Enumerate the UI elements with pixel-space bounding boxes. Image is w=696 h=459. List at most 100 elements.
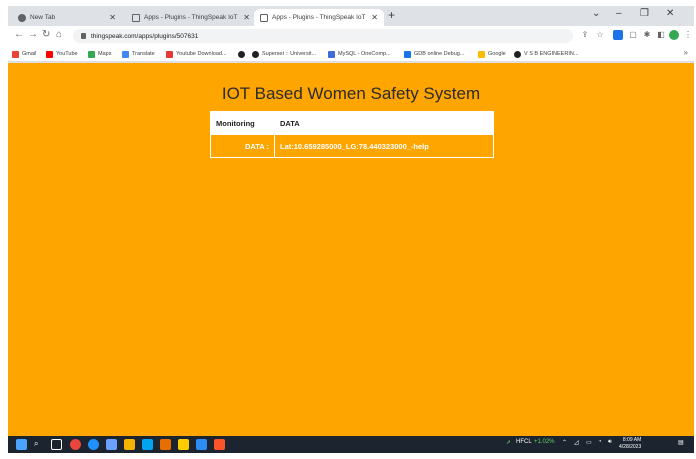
translate-icon: [122, 50, 129, 58]
new-tab-plus-icon[interactable]: +: [388, 8, 395, 22]
chrome-icon: [18, 13, 26, 22]
tab-thingspeak-2[interactable]: Apps - Plugins - ThingSpeak IoT ✕: [254, 9, 384, 26]
stock-trend-icon: ➚: [506, 440, 512, 446]
wifi-icon[interactable]: ◔: [598, 439, 602, 445]
youtube-icon: [46, 50, 53, 58]
bookmark-translate[interactable]: Translate: [122, 49, 155, 59]
lock-icon: [81, 33, 86, 39]
tab-label: Apps - Plugins - ThingSpeak IoT: [272, 14, 366, 21]
header-monitoring: Monitoring: [210, 111, 275, 135]
restore-icon[interactable]: ❐: [640, 8, 649, 19]
gdb-icon: [404, 50, 411, 58]
stock-name[interactable]: HFCL: [516, 439, 532, 445]
maps-pin-icon: [88, 50, 95, 58]
bookmark-label: Google: [488, 51, 506, 57]
search-icon[interactable]: ⌕: [34, 439, 45, 450]
extension-icon[interactable]: [613, 30, 623, 40]
bookmark-label: YouTube: [56, 51, 78, 57]
bookmark-label: Gmail: [22, 51, 37, 57]
data-key-cell: DATA :: [210, 134, 275, 158]
globe-icon: [238, 50, 245, 58]
table-row: DATA : Lat:10.659285000_LG:78.440323000_…: [210, 134, 494, 158]
bookmark-google[interactable]: Google: [478, 49, 506, 59]
data-table: Monitoring DATA DATA : Lat:10.659285000_…: [210, 111, 494, 158]
close-icon[interactable]: ✕: [109, 13, 116, 22]
bookmarks-overflow-icon[interactable]: »: [684, 48, 688, 57]
notification-icon[interactable]: ▤: [678, 439, 684, 446]
sidepanel-icon[interactable]: ◧: [656, 30, 666, 40]
bookmark-gdb[interactable]: GDB online Debug...: [404, 49, 464, 59]
bookmark-label: Translate: [132, 51, 155, 57]
bookmark-label: GDB online Debug...: [414, 51, 465, 57]
bookmark-mysql[interactable]: MySQL - OneComp...: [328, 49, 391, 59]
home-icon[interactable]: ⌂: [56, 29, 62, 40]
mail-icon[interactable]: [106, 439, 117, 450]
store-icon[interactable]: [142, 439, 153, 450]
download-icon: [166, 50, 173, 58]
table-header-row: Monitoring DATA: [210, 111, 494, 135]
back-arrow-icon[interactable]: ←: [14, 29, 24, 40]
clock-date: 4/28/2023: [619, 444, 642, 450]
windows-start-icon[interactable]: [16, 439, 27, 450]
profile-avatar-icon[interactable]: [669, 30, 679, 40]
minimize-icon[interactable]: –: [616, 8, 622, 19]
header-data: DATA: [274, 111, 494, 135]
close-icon[interactable]: ✕: [243, 13, 250, 22]
tab-label: New Tab: [30, 14, 56, 21]
extension-icon[interactable]: ▢: [628, 30, 638, 40]
browser-window: New Tab ✕ Apps - Plugins - ThingSpeak Io…: [8, 6, 694, 453]
google-drive-icon: [478, 50, 485, 58]
tray-chevron-icon[interactable]: ⌃: [562, 439, 567, 446]
network-icon[interactable]: ◿: [574, 439, 579, 446]
tab-thingspeak-1[interactable]: Apps - Plugins - ThingSpeak IoT ✕: [126, 9, 256, 26]
url-text: thingspeak.com/apps/plugins/507631: [91, 32, 199, 40]
gmail-icon: [12, 50, 19, 58]
bookmark-maps[interactable]: Maps: [88, 49, 111, 59]
page-icon: [132, 13, 140, 22]
vscode-icon[interactable]: [196, 439, 207, 450]
page-icon: [260, 13, 268, 22]
java-icon[interactable]: [160, 439, 171, 450]
bookmark-vsb[interactable]: V S B ENGINEERIN...: [514, 49, 578, 59]
share-icon[interactable]: ⇪: [580, 30, 590, 40]
chrome-taskbar-icon[interactable]: [70, 439, 81, 450]
bookmarks-bar: Gmail YouTube Maps Translate Youtube Dow…: [8, 46, 694, 62]
globe-icon: [514, 50, 521, 58]
file-explorer-icon[interactable]: [124, 439, 135, 450]
forward-arrow-icon[interactable]: →: [28, 29, 38, 40]
browser-toolbar: ← → ↻ ⌂ thingspeak.com/apps/plugins/5076…: [8, 26, 694, 46]
window-close-icon[interactable]: ✕: [666, 8, 674, 19]
reload-icon[interactable]: ↻: [42, 29, 50, 40]
task-view-icon[interactable]: [51, 439, 62, 450]
bookmark-label: Maps: [98, 51, 112, 57]
bookmark-superset[interactable]: Superset :: Universit...: [252, 49, 316, 59]
app-icon[interactable]: [178, 439, 189, 450]
clock-time: 8:09 AM: [622, 437, 642, 443]
bookmark-youtube[interactable]: YouTube: [46, 49, 78, 59]
address-bar[interactable]: thingspeak.com/apps/plugins/507631: [73, 29, 573, 43]
brave-icon[interactable]: [214, 439, 225, 450]
menu-dots-icon[interactable]: ⋮: [683, 30, 693, 40]
mysql-icon: [328, 50, 335, 58]
volume-icon[interactable]: 🔊︎: [608, 439, 612, 446]
close-icon[interactable]: ✕: [371, 13, 378, 22]
system-clock[interactable]: 8:09 AM 4/28/2023: [619, 437, 641, 451]
puzzle-icon[interactable]: ✱: [642, 30, 652, 40]
bookmark-label: Youtube Download...: [176, 51, 227, 57]
page-title: IOT Based Women Safety System: [221, 84, 481, 103]
bookmark-web[interactable]: [238, 49, 248, 59]
star-icon[interactable]: ☆: [595, 30, 605, 40]
tab-new-tab[interactable]: New Tab ✕: [12, 9, 122, 26]
tab-strip: New Tab ✕ Apps - Plugins - ThingSpeak Io…: [8, 6, 694, 26]
bookmark-gmail[interactable]: Gmail: [12, 49, 36, 59]
bookmark-label: V S B ENGINEERIN...: [524, 51, 579, 57]
data-value-cell: Lat:10.659285000_LG:78.440323000_-help: [274, 134, 494, 158]
windows-taskbar: ⌕ ➚ HFCL +1.02% ⌃ ◿ ▭ ◔ 🔊︎ 8:09 AM 4/28/…: [8, 436, 694, 453]
battery-icon[interactable]: ▭: [586, 439, 592, 446]
tab-search-chevron-icon[interactable]: ⌄: [592, 8, 600, 19]
edge-icon[interactable]: [88, 439, 99, 450]
tab-label: Apps - Plugins - ThingSpeak IoT: [144, 14, 238, 21]
bookmark-label: MySQL - OneComp...: [338, 51, 391, 57]
bookmark-youtube-download[interactable]: Youtube Download...: [166, 49, 227, 59]
stock-change: +1.02%: [534, 439, 555, 445]
